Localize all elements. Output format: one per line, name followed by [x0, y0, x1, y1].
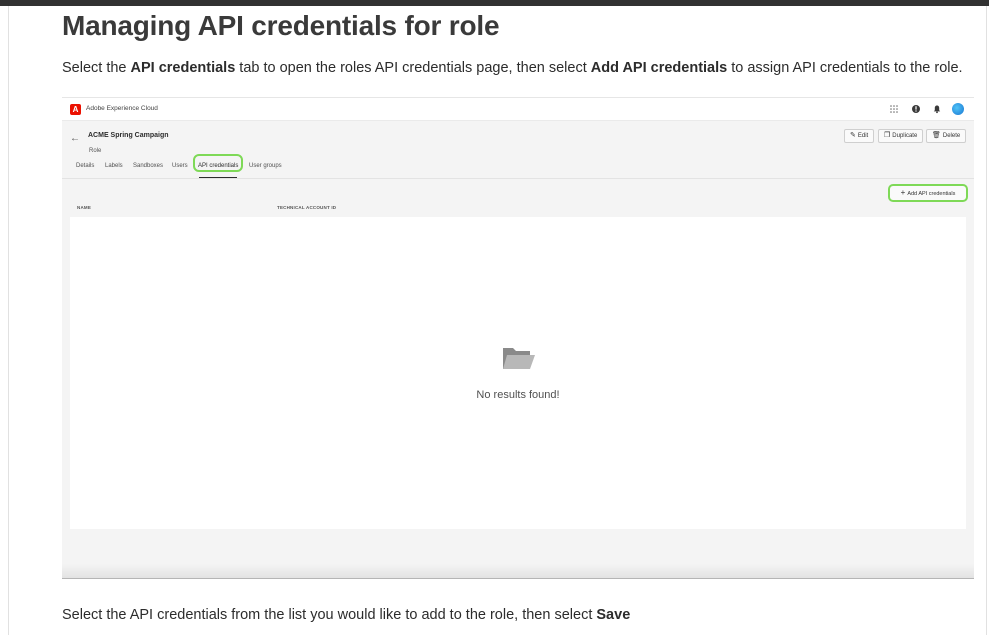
bold-add-api-credentials: Add API credentials	[590, 60, 728, 76]
adobe-logo: A	[70, 104, 81, 115]
screenshot-bottom-edge	[62, 578, 974, 579]
delete-button[interactable]: 🗑 Delete	[926, 129, 967, 143]
screenshot-bottom-fade	[62, 564, 974, 579]
tab-details[interactable]: Details	[76, 163, 94, 169]
app-header: A Adobe Experience Cloud	[62, 98, 974, 121]
add-api-credentials-button[interactable]: + Add API credentials	[888, 184, 968, 202]
brand-name: Adobe Experience Cloud	[86, 105, 158, 112]
credentials-table: No results found!	[70, 217, 966, 529]
tab-sandboxes[interactable]: Sandboxes	[133, 163, 163, 169]
text-run: to assign API credentials to the role.	[727, 60, 963, 76]
empty-state-message: No results found!	[476, 389, 560, 401]
edit-label: Edit	[857, 133, 869, 139]
help-icon[interactable]	[911, 104, 921, 114]
tab-labels[interactable]: Labels	[105, 163, 123, 169]
delete-label: Delete	[942, 133, 961, 139]
bold-api-credentials: API credentials	[130, 60, 236, 76]
duplicate-button[interactable]: ❐ Duplicate	[878, 129, 924, 143]
text-run: Select the	[62, 60, 131, 76]
tab-highlight-callout	[193, 154, 243, 172]
column-header-technical-account-id[interactable]: TECHNICAL ACCOUNT ID	[277, 205, 336, 210]
left-divider	[8, 6, 9, 635]
role-name: ACME Spring Campaign	[88, 132, 169, 139]
bold-save: Save	[596, 607, 631, 623]
pencil-icon: ✎	[850, 132, 856, 139]
edit-button[interactable]: ✎ Edit	[844, 129, 875, 143]
instruction-paragraph-2: Select the API credentials from the list…	[62, 607, 630, 623]
right-divider	[986, 6, 987, 635]
folder-icon	[503, 348, 535, 369]
tabs-divider	[62, 178, 974, 179]
duplicate-label: Duplicate	[892, 133, 918, 139]
trash-icon: 🗑	[932, 132, 941, 139]
copy-icon: ❐	[884, 132, 891, 139]
text-run: tab to open the roles API credentials pa…	[235, 60, 591, 76]
apps-grid-icon[interactable]	[889, 104, 899, 114]
embedded-screenshot: A Adobe Experience Cloud ← ACME Spring C…	[62, 97, 974, 579]
text-run: Select the API credentials from the list…	[62, 607, 597, 623]
plus-icon: +	[900, 188, 906, 197]
bell-icon[interactable]	[932, 104, 942, 114]
page-title: Managing API credentials for role	[62, 10, 500, 41]
role-type: Role	[89, 148, 102, 154]
add-api-credentials-label: Add API credentials	[907, 191, 956, 197]
tab-user-groups[interactable]: User groups	[249, 163, 282, 169]
arrow-left-icon[interactable]: ←	[70, 133, 80, 144]
tab-users[interactable]: Users	[172, 163, 188, 169]
instruction-paragraph-1: Select the API credentials tab to open t…	[62, 60, 963, 76]
user-avatar[interactable]	[952, 103, 964, 115]
column-header-name[interactable]: NAME	[77, 205, 91, 210]
top-bar	[0, 0, 989, 6]
